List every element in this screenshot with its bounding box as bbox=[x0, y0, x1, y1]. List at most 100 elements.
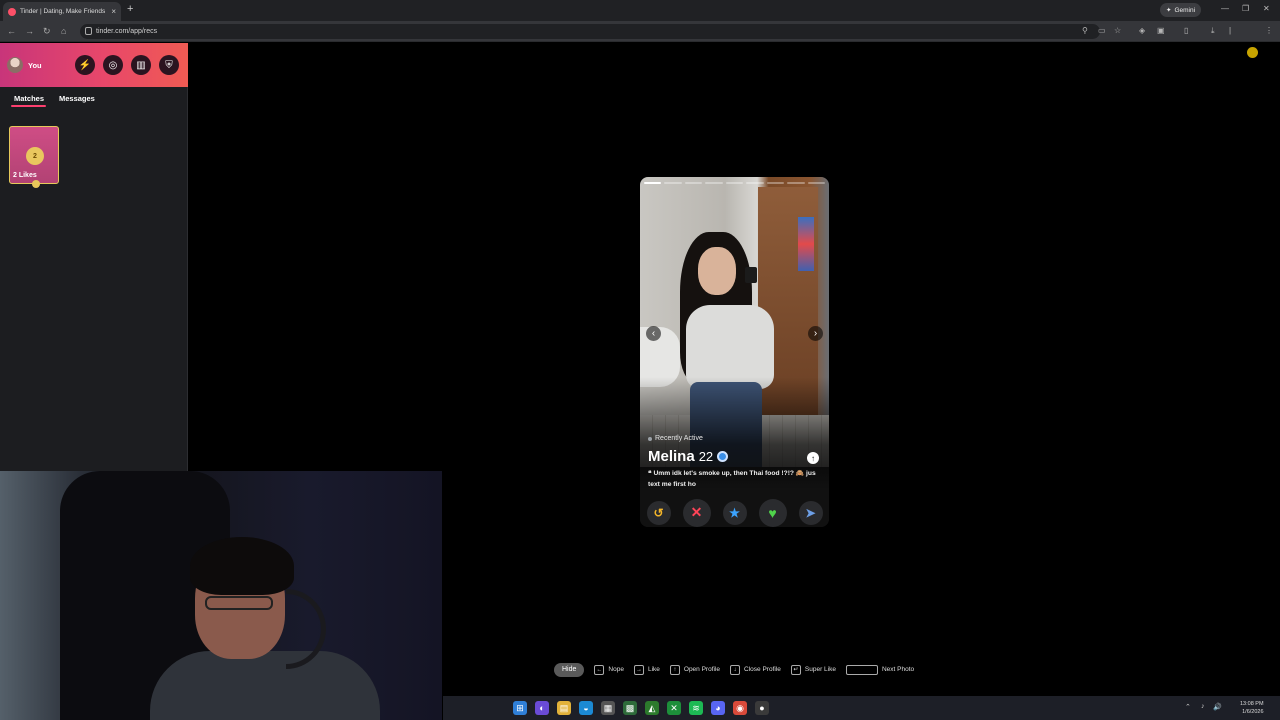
right-key-icon: → bbox=[633, 664, 644, 675]
boost-button[interactable]: ➤ bbox=[798, 500, 823, 525]
action-buttons: ↺ ✕ ★ ♥ ➤ bbox=[640, 498, 829, 527]
taskbar-clock[interactable]: 13:08 PM 1/6/2026 bbox=[1240, 700, 1264, 716]
gemini-label: Gemini bbox=[1174, 6, 1196, 14]
sidebar: You ⚡ ◎ ▥ ⛨ Matches Messages 2 2 Likes bbox=[0, 43, 188, 471]
profile-bio: ❝ Umm idk let's smoke up, then Thai food… bbox=[648, 470, 816, 488]
tab-messages[interactable]: Messages bbox=[59, 94, 95, 103]
photo-progress-segment bbox=[684, 182, 703, 184]
microphone-icon[interactable]: ♪ bbox=[1201, 703, 1205, 710]
copilot-icon[interactable]: ◐ bbox=[535, 701, 549, 715]
verified-badge-icon bbox=[717, 451, 729, 462]
photo-progress-segment bbox=[766, 182, 785, 184]
explore-compass-icon[interactable]: ◎ bbox=[103, 55, 123, 75]
user-label[interactable]: You bbox=[28, 61, 42, 70]
start-icon[interactable]: ⊞ bbox=[513, 701, 527, 715]
briefcase-icon[interactable]: ▥ bbox=[131, 55, 151, 75]
super-like-button[interactable]: ★ bbox=[722, 500, 747, 525]
hint-label: Next Photo bbox=[881, 666, 915, 673]
recording-app-icon[interactable]: ● bbox=[755, 701, 769, 715]
open-profile-icon[interactable]: ↑ bbox=[807, 452, 819, 464]
location-icon[interactable]: ⚲ bbox=[1082, 26, 1088, 35]
extensions-puzzle-icon[interactable]: ▣ bbox=[1157, 26, 1165, 35]
bookmark-star-icon[interactable]: ☆ bbox=[1114, 26, 1121, 35]
photo-progress-segment bbox=[746, 182, 764, 184]
space-key-icon bbox=[845, 664, 878, 675]
boost-icon[interactable]: ⚡ bbox=[75, 55, 95, 75]
hint-close-profile: ↓ Close Profile bbox=[730, 664, 781, 675]
back-icon[interactable]: ← bbox=[7, 26, 16, 36]
webcam-glasses bbox=[205, 596, 273, 610]
tab-close-icon[interactable]: × bbox=[111, 7, 116, 16]
spotify-icon[interactable]: ≋ bbox=[689, 701, 703, 715]
store-icon[interactable]: ▦ bbox=[601, 701, 615, 715]
rewind-button[interactable]: ↺ bbox=[646, 500, 671, 525]
likes-count-badge: 2 bbox=[26, 147, 44, 165]
like-button[interactable]: ♥ bbox=[758, 498, 787, 527]
likes-label: 2 Likes bbox=[13, 172, 37, 179]
file-explorer-icon[interactable]: ▤ bbox=[557, 701, 571, 715]
activity-status-text: Recently Active bbox=[655, 435, 703, 442]
enter-key-icon: ↵ bbox=[790, 664, 801, 675]
hint-label: Like bbox=[647, 666, 660, 673]
gemini-button[interactable]: ✦ Gemini bbox=[1160, 3, 1202, 17]
safety-shield-icon[interactable]: ⛨ bbox=[159, 55, 179, 75]
hint-open-profile: ↑ Open Profile bbox=[669, 664, 720, 675]
download-icon[interactable]: ⤓ bbox=[1211, 26, 1215, 36]
restore-icon[interactable]: ❐ bbox=[1242, 4, 1249, 13]
home-icon[interactable]: ⌂ bbox=[61, 26, 66, 36]
sidebar-header: You ⚡ ◎ ▥ ⛨ bbox=[0, 43, 188, 87]
nvidia-icon[interactable]: ◭ bbox=[645, 701, 659, 715]
webcam-shirt bbox=[150, 651, 380, 720]
divider-icon: | bbox=[1229, 26, 1232, 35]
webcam-overlay bbox=[0, 471, 442, 720]
tab-matches[interactable]: Matches bbox=[14, 94, 44, 103]
menu-kebab-icon[interactable]: ⋮ bbox=[1265, 26, 1273, 35]
next-photo-icon[interactable]: › bbox=[808, 326, 823, 341]
avatar[interactable] bbox=[7, 57, 23, 73]
side-panel-icon[interactable]: ▯ bbox=[1184, 26, 1188, 35]
new-tab-button[interactable]: + bbox=[127, 3, 133, 15]
chrome-icon[interactable]: ◉ bbox=[733, 701, 747, 715]
profile-avatar-icon[interactable] bbox=[1247, 47, 1258, 58]
reload-icon[interactable]: ↻ bbox=[43, 26, 51, 37]
browser-tab-strip: Tinder | Dating, Make Friends & × + ✦ Ge… bbox=[0, 0, 1280, 21]
url-field[interactable]: tinder.com/app/recs bbox=[80, 24, 1100, 39]
photo-progress-bar bbox=[644, 182, 825, 184]
browser-tab[interactable]: Tinder | Dating, Make Friends & × bbox=[3, 2, 121, 21]
keyboard-hints: Hide ← Nope → Like ↑ Open Profile ↓ Clos… bbox=[554, 662, 914, 677]
clock-time: 13:08 PM bbox=[1240, 701, 1264, 707]
status-dot-icon bbox=[648, 436, 652, 441]
tray-overflow-icon[interactable]: ⌃ bbox=[1185, 703, 1191, 711]
hint-label: Super Like bbox=[804, 666, 836, 673]
profile-name: Melina bbox=[648, 448, 695, 465]
photo-phone bbox=[745, 267, 757, 283]
tinder-favicon-icon bbox=[8, 7, 16, 16]
name-row: Melina 22 bbox=[648, 448, 729, 465]
forward-icon[interactable]: → bbox=[25, 26, 34, 36]
nope-button[interactable]: ✕ bbox=[682, 498, 711, 527]
url-text: tinder.com/app/recs bbox=[96, 28, 158, 35]
minimize-icon[interactable]: — bbox=[1221, 4, 1229, 13]
prev-photo-icon[interactable]: ‹ bbox=[646, 326, 661, 341]
likes-you-card[interactable]: 2 2 Likes bbox=[9, 126, 59, 188]
webcam-hair bbox=[190, 537, 294, 595]
discord-icon[interactable]: ◕ bbox=[711, 701, 725, 715]
left-key-icon: ← bbox=[594, 664, 605, 675]
up-key-icon: ↑ bbox=[669, 664, 680, 675]
windows-taskbar: ⊞ ◐ ▤ ◒ ▦ ▩ ◭ ✕ ≋ ◕ ◉ ● ⌃ ♪ 🔊 bbox=[443, 696, 1280, 720]
site-info-icon[interactable] bbox=[85, 27, 92, 35]
gold-heart-icon bbox=[32, 180, 40, 188]
hide-hints-button[interactable]: Hide bbox=[554, 662, 585, 677]
down-key-icon: ↓ bbox=[730, 664, 741, 675]
close-window-icon[interactable]: ✕ bbox=[1263, 4, 1270, 13]
hint-label: Nope bbox=[608, 666, 624, 673]
hint-like: → Like bbox=[633, 664, 660, 675]
app-icon[interactable]: ▩ bbox=[623, 701, 637, 715]
speaker-icon[interactable]: 🔊 bbox=[1213, 703, 1222, 711]
profile-card[interactable]: ‹ › Recently Active Melina 22 ↑ ❝ Umm id… bbox=[640, 177, 829, 527]
extension-icon[interactable]: ◈ bbox=[1139, 26, 1145, 35]
photo-progress-segment bbox=[787, 182, 805, 184]
xbox-icon[interactable]: ✕ bbox=[667, 701, 681, 715]
edge-icon[interactable]: ◒ bbox=[579, 701, 593, 715]
cast-icon[interactable]: ▭ bbox=[1098, 26, 1106, 35]
